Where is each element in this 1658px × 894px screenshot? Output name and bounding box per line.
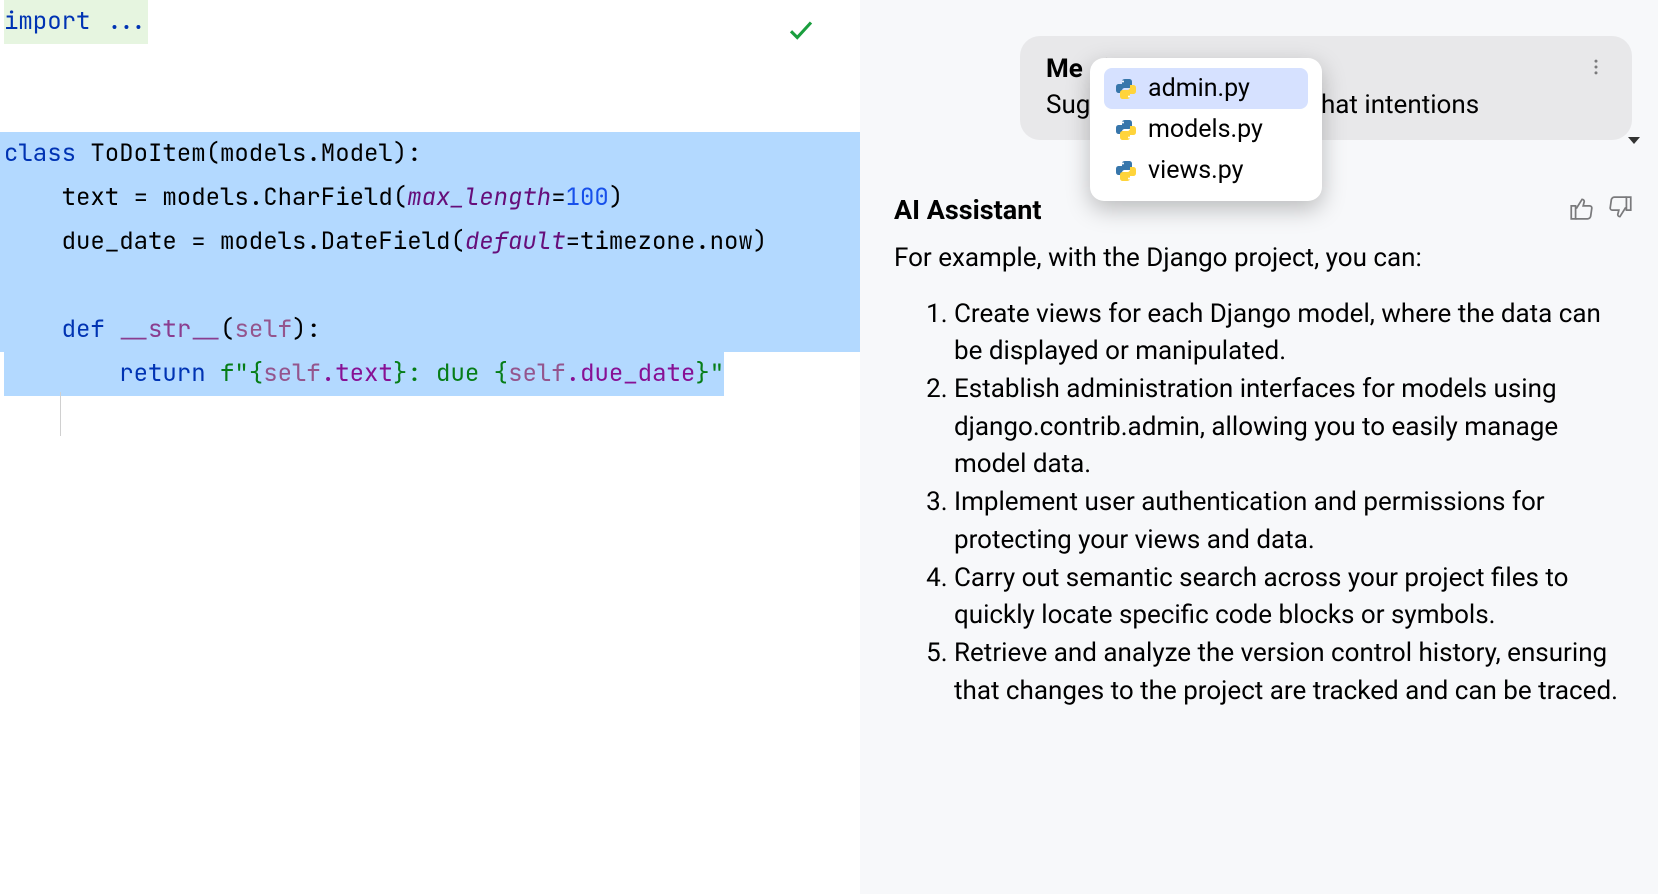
message-menu-icon[interactable] [1586,57,1606,81]
code-line[interactable]: def __str__(self): [0,308,860,352]
code-line[interactable]: class ToDoItem(models.Model): [0,132,860,176]
assistant-suggestion-list: Create views for each Django model, wher… [894,296,1634,711]
file-label: models.py [1148,115,1263,144]
import-fold[interactable]: import ... [4,6,148,37]
file-label: admin.py [1148,74,1250,103]
assistant-message: AI Assistant For example, with the Djang… [894,194,1634,710]
list-item: Create views for each Django model, wher… [954,296,1634,371]
list-item: Establish administration interfaces for … [954,371,1634,484]
file-option-admin[interactable]: admin.py [1104,68,1308,109]
ai-chat-panel: Me Suggest some smaart chat intentions a… [860,0,1658,894]
thumbs-down-icon[interactable] [1608,195,1634,225]
sender-label: Me [1046,54,1083,84]
code-line[interactable]: return f"{self.text}: due {self.due_date… [0,352,860,396]
indent-guide [60,392,61,436]
attachment-dropdown-indicator [1628,137,1640,144]
thumbs-up-icon[interactable] [1568,195,1594,225]
code-line[interactable]: text = models.CharField(max_length=100) [0,176,860,220]
assistant-label: AI Assistant [894,194,1042,226]
attachment-file-popup: admin.py models.py views.py [1090,58,1322,201]
code-line-blank [0,44,860,88]
code-line-blank [0,88,860,132]
assistant-intro-text: For example, with the Django project, yo… [894,240,1634,278]
code-line-blank [0,264,860,308]
code-editor[interactable]: import ... class ToDoItem(models.Model):… [0,0,860,894]
python-file-icon [1114,159,1138,183]
python-file-icon [1114,118,1138,142]
code-line[interactable]: due_date = models.DateField(default=time… [0,220,860,264]
file-option-views[interactable]: views.py [1104,150,1308,191]
code-line[interactable]: import ... [0,0,860,44]
file-option-models[interactable]: models.py [1104,109,1308,150]
python-file-icon [1114,77,1138,101]
list-item: Carry out semantic search across your pr… [954,560,1634,635]
list-item: Implement user authentication and permis… [954,484,1634,559]
file-label: views.py [1148,156,1243,185]
list-item: Retrieve and analyze the version control… [954,635,1634,710]
